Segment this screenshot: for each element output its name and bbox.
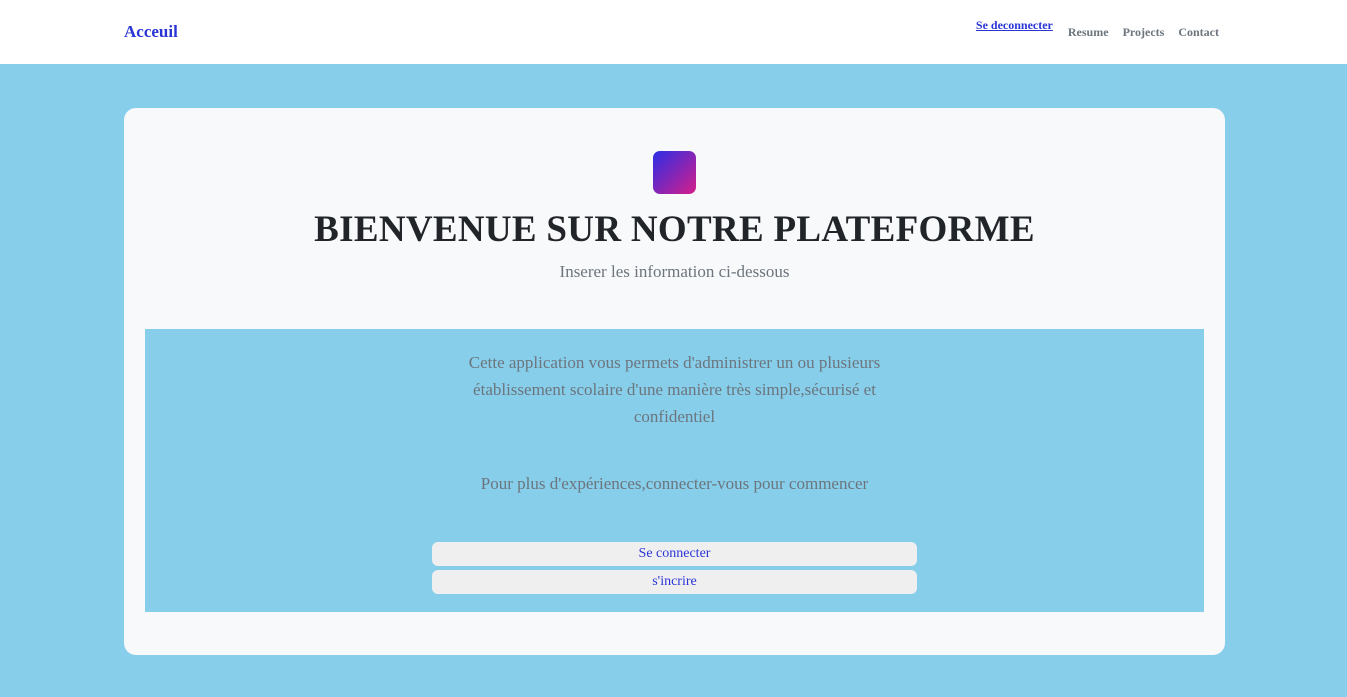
login-button[interactable]: Se connecter [432, 542, 917, 566]
welcome-card: BIENVENUE SUR NOTRE PLATEFORME Inserer l… [124, 108, 1225, 655]
page-subtitle: Inserer les information ci-dessous [559, 262, 790, 281]
info-panel: Cette application vous permets d'adminis… [145, 329, 1204, 612]
brand-link[interactable]: Acceuil [124, 22, 178, 42]
nav-links: Se deconnecter Resume Projects Contact [976, 18, 1219, 40]
navbar: Acceuil Se deconnecter Resume Projects C… [0, 0, 1347, 64]
app-description: Cette application vous permets d'adminis… [468, 353, 881, 426]
app-logo-icon [653, 151, 696, 194]
logout-link[interactable]: Se deconnecter [976, 18, 1053, 33]
nav-item-projects[interactable]: Projects [1116, 25, 1172, 40]
login-prompt: Pour plus d'expériences,connecter-vous p… [480, 474, 869, 493]
nav-item-resume[interactable]: Resume [1061, 25, 1116, 40]
page-title: BIENVENUE SUR NOTRE PLATEFORME [314, 209, 1035, 250]
signup-button[interactable]: s'incrire [432, 570, 917, 594]
nav-item-contact[interactable]: Contact [1171, 25, 1219, 40]
